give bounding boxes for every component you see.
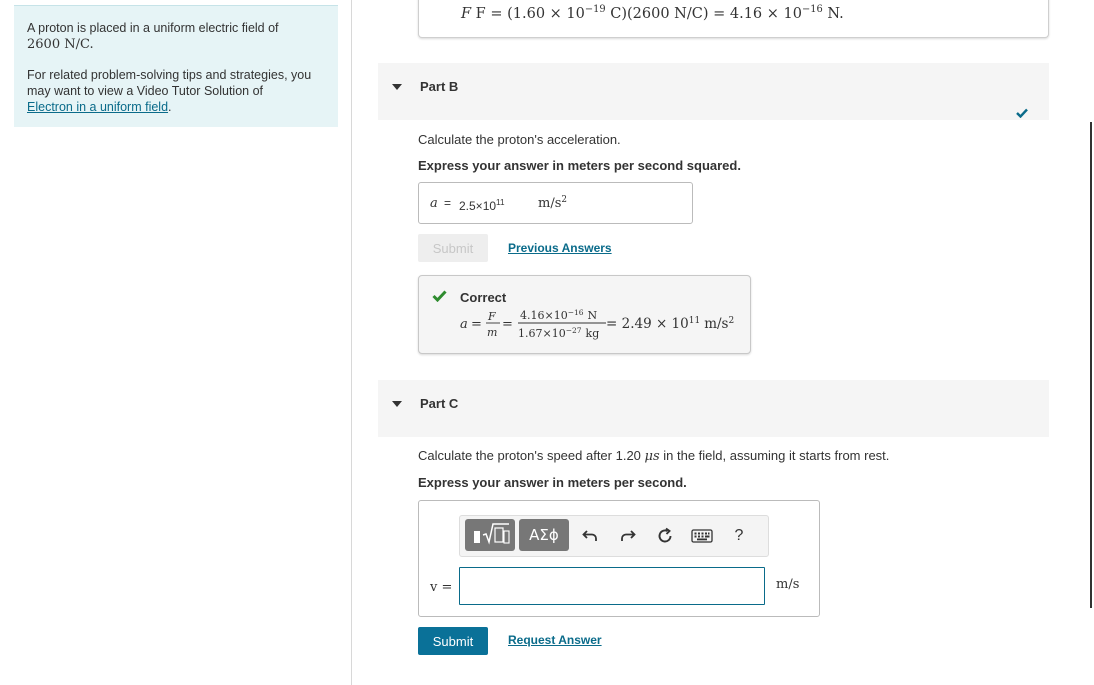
- panel-divider: [351, 0, 352, 685]
- formula-lhs: a: [460, 317, 468, 332]
- partC-instruction: Express your answer in meters per second…: [418, 475, 687, 490]
- partB-question: Calculate the proton's acceleration.: [418, 132, 621, 147]
- formula-result: = 2.49 × 10: [606, 316, 689, 332]
- answer-value: 2.5×1011: [459, 198, 505, 213]
- partC-title: Part C: [420, 396, 459, 411]
- templates-button[interactable]: [465, 519, 515, 551]
- answer-variable-label: v =: [430, 580, 453, 595]
- field-value: 2600 N/C.: [27, 37, 94, 52]
- partB-instruction: Express your answer in meters per second…: [418, 158, 741, 173]
- partC-question: Calculate the proton's speed after 1.20 …: [418, 448, 890, 464]
- partC-answer-editor: ΑΣϕ ? v = m/s: [418, 500, 820, 617]
- speed-answer-input[interactable]: [459, 567, 765, 605]
- formula-eq-1: =: [471, 317, 482, 332]
- collapse-caret-icon[interactable]: [392, 84, 402, 90]
- collapse-caret-icon[interactable]: [392, 401, 402, 407]
- video-tutor-text: For related problem-solving tips and str…: [27, 68, 312, 114]
- partB-answer-field: a = 2.5×1011 m/s2: [418, 182, 693, 224]
- frac1-denominator: m: [487, 326, 497, 339]
- keyboard-button[interactable]: [684, 516, 720, 556]
- frac2: 4.16×10−16 N 1.67×10−27 kg: [518, 308, 606, 340]
- answer-unit: m/s2: [538, 195, 568, 212]
- scrollbar[interactable]: [1090, 122, 1092, 608]
- partA-solution-box: F F = (1.60 × 10−19 C)(2600 N/C) = 4.16 …: [418, 0, 1049, 38]
- frac2-num-unit: N: [588, 309, 598, 322]
- frac2-num-exp: −16: [568, 308, 584, 317]
- reset-icon: [658, 527, 672, 543]
- partB-submit-button[interactable]: Submit: [418, 234, 488, 262]
- formula-result-exp: 11: [689, 316, 700, 326]
- partA-equation: F F = (1.60 × 10−19 C)(2600 N/C) = 4.16 …: [461, 4, 844, 22]
- partC-submit-button[interactable]: Submit: [418, 627, 488, 655]
- partB-title: Part B: [420, 79, 459, 94]
- redo-button[interactable]: [610, 516, 646, 556]
- correct-check-icon: [432, 290, 447, 302]
- formula-result-unit-exp: 2: [728, 316, 734, 326]
- keyboard-icon: [691, 529, 713, 543]
- frac1-numerator: F: [487, 310, 496, 323]
- svg-text:= 2.49 × 1011m/s2: = 2.49 × 1011 m/s2: [606, 316, 734, 332]
- equals-sign: =: [444, 196, 452, 210]
- symbols-button[interactable]: ΑΣϕ: [519, 519, 569, 551]
- partC-header[interactable]: Part C: [378, 380, 1049, 437]
- sqrt-template-icon: [474, 523, 510, 545]
- video-tutor-link[interactable]: Electron in a uniform field: [27, 100, 168, 114]
- help-button[interactable]: ?: [721, 516, 757, 556]
- frac2-num-mantissa: 4.16×10: [520, 309, 568, 322]
- reset-button[interactable]: [647, 516, 683, 556]
- request-answer-link[interactable]: Request Answer: [508, 633, 602, 647]
- frac2-den-mantissa: 1.67×10: [518, 327, 566, 340]
- problem-intro-panel: A proton is placed in a uniform electric…: [14, 5, 338, 127]
- feedback-formula: a = F m = 4.16×10−16 N 1.67×10−27 kg = 2.4…: [460, 308, 734, 340]
- feedback-title: Correct: [460, 290, 507, 305]
- frac2-den-unit: kg: [586, 327, 600, 340]
- partB-header[interactable]: Part B: [378, 63, 1049, 120]
- intro-text: A proton is placed in a uniform electric…: [27, 21, 279, 52]
- math-toolbar: ΑΣϕ ?: [459, 515, 769, 557]
- svg-text:1.67×10−27kg: 1.67×10−27 kg: [518, 326, 599, 340]
- answer-variable: a: [430, 196, 438, 211]
- redo-icon: [621, 530, 636, 541]
- formula-result-unit: m/s: [704, 316, 728, 332]
- previous-answers-link[interactable]: Previous Answers: [508, 241, 612, 255]
- svg-text:4.16×10−16N: 4.16×10−16 N: [520, 308, 598, 322]
- formula-eq-2: =: [502, 317, 513, 332]
- undo-icon: [582, 530, 597, 541]
- answer-unit: m/s: [776, 577, 800, 592]
- undo-button[interactable]: [572, 516, 608, 556]
- completed-check-icon: [1016, 108, 1028, 118]
- correct-feedback-box: Correct a = F m = 4.16×10−16 N 1.67×10−27…: [418, 275, 751, 354]
- frac2-den-exp: −27: [566, 326, 582, 335]
